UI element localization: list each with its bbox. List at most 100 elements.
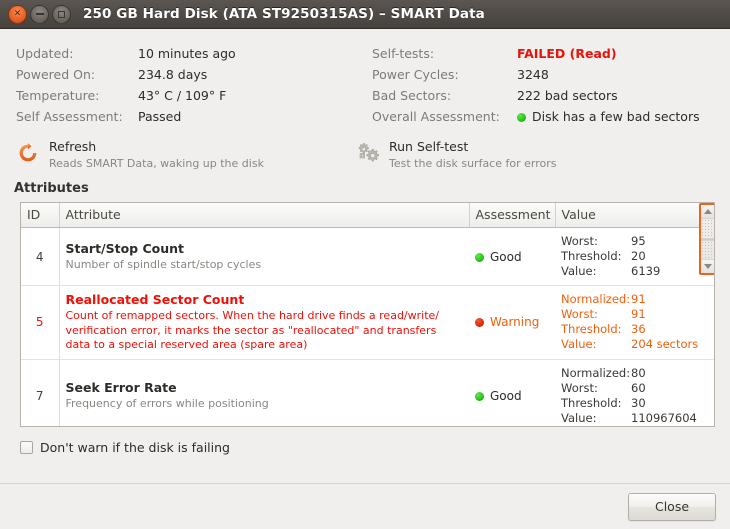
dont-warn-row[interactable]: Don't warn if the disk is failing	[0, 427, 730, 455]
attributes-table-body: 4 Start/Stop Count Number of spindle sta…	[21, 227, 714, 426]
label-temperature: Temperature:	[16, 88, 100, 103]
value-key: Normalized:	[561, 365, 631, 380]
cell-assessment: Warning	[469, 285, 555, 360]
value-row: Value: 204 sectors	[561, 337, 708, 352]
value-bad-sectors: 222 bad sectors	[517, 88, 618, 103]
scroll-down-button[interactable]	[701, 260, 714, 273]
summary-row-temperature: Temperature: 43° C / 109° F	[16, 85, 372, 106]
close-window-button[interactable]: ✕	[8, 4, 27, 24]
column-header-id[interactable]: ID	[21, 203, 60, 228]
assessment-label: Good	[490, 388, 522, 403]
value-key: Threshold:	[561, 322, 622, 337]
column-header-attribute[interactable]: Attribute	[59, 203, 470, 228]
action-row: Refresh Reads SMART Data, waking up the …	[0, 131, 730, 171]
window-titlebar: ✕ 250 GB Hard Disk (ATA ST9250315AS) – S…	[0, 0, 730, 29]
summary-row-overall-assessment: Overall Assessment: Disk has a few bad s…	[372, 106, 714, 127]
run-self-test-action[interactable]: Run Self-test Test the disk surface for …	[356, 139, 556, 171]
value-number: 36	[631, 322, 646, 337]
run-self-test-title: Run Self-test	[389, 139, 469, 154]
table-row[interactable]: 4 Start/Stop Count Number of spindle sta…	[21, 227, 714, 286]
status-dot-red-icon	[475, 318, 484, 328]
value-key: Threshold:	[561, 395, 622, 410]
value-updated: 10 minutes ago	[138, 46, 236, 61]
value-key: Threshold:	[561, 249, 622, 263]
value-key: Worst:	[561, 307, 598, 322]
scrollbar-track-upper[interactable]	[701, 218, 714, 239]
table-row[interactable]: 5 Reallocated Sector Count Count of rema…	[21, 285, 714, 360]
attributes-heading: Attributes	[14, 181, 89, 196]
window-controls: ✕	[8, 4, 71, 24]
attributes-table-container: ID Attribute Assessment Value 4 Start/St…	[20, 202, 715, 427]
value-row: Worst: 60	[561, 381, 708, 396]
value-number: 91	[631, 307, 646, 322]
cell-attribute: Reallocated Sector Count Count of remapp…	[59, 285, 469, 360]
value-temperature: 43° C / 109° F	[138, 88, 227, 103]
dialog-footer: Close	[0, 483, 730, 529]
label-updated: Updated:	[16, 46, 74, 61]
scroll-up-button[interactable]	[701, 205, 714, 218]
value-row: Threshold: 30	[561, 396, 708, 411]
value-number: 6139	[631, 264, 661, 278]
column-header-value[interactable]: Value	[555, 203, 714, 228]
dont-warn-checkbox[interactable]	[20, 441, 33, 454]
value-row: Threshold: 36	[561, 322, 708, 337]
status-dot-green-icon	[517, 113, 526, 122]
value-key: Value:	[561, 264, 597, 278]
value-row: Worst: 91	[561, 307, 708, 322]
cell-id: 5	[21, 285, 60, 360]
cell-value: Worst: 95 Threshold: 20 Value: 6139	[555, 227, 714, 286]
refresh-title: Refresh	[49, 139, 97, 154]
value-self-tests: FAILED (Read)	[517, 46, 617, 61]
refresh-subtitle: Reads SMART Data, waking up the disk	[49, 157, 264, 170]
value-row: Value: 6139	[561, 264, 708, 279]
value-number: 30	[631, 395, 646, 410]
attribute-name: Seek Error Rate	[65, 379, 177, 395]
summary-left-column: Updated: 10 minutes ago Powered On: 234.…	[16, 43, 372, 127]
refresh-icon	[16, 141, 40, 165]
summary-row-self-assessment: Self Assessment: Passed	[16, 106, 372, 127]
value-row: Threshold: 20	[561, 249, 708, 264]
window-title: 250 GB Hard Disk (ATA ST9250315AS) – SMA…	[83, 6, 485, 22]
value-row: Value: 110967604	[561, 411, 708, 426]
value-number: 60	[631, 380, 646, 395]
summary-row-bad-sectors: Bad Sectors: 222 bad sectors	[372, 85, 714, 106]
table-header-row: ID Attribute Assessment Value	[21, 203, 714, 228]
close-button[interactable]: Close	[628, 492, 716, 521]
label-overall-assessment: Overall Assessment:	[372, 109, 500, 124]
maximize-icon	[58, 10, 65, 18]
value-number: 204 sectors	[631, 337, 699, 352]
refresh-action[interactable]: Refresh Reads SMART Data, waking up the …	[16, 139, 356, 171]
column-header-assessment[interactable]: Assessment	[469, 203, 556, 228]
label-power-cycles: Power Cycles:	[372, 67, 459, 82]
assessment-label: Good	[490, 249, 522, 264]
gears-icon	[356, 141, 380, 165]
value-row: Worst: 95	[561, 234, 708, 249]
table-row[interactable]: 7 Seek Error Rate Frequency of errors wh…	[21, 359, 714, 426]
status-dot-green-icon	[475, 252, 484, 262]
minimize-window-button[interactable]	[30, 4, 49, 24]
value-key: Normalized:	[561, 292, 631, 307]
attributes-vertical-scrollbar[interactable]	[699, 203, 714, 275]
cell-attribute: Start/Stop Count Number of spindle start…	[59, 227, 469, 286]
scrollbar-track-lower[interactable]	[701, 239, 714, 260]
label-self-assessment: Self Assessment:	[16, 109, 123, 124]
attribute-name: Start/Stop Count	[65, 240, 185, 256]
value-list: Worst: 95 Threshold: 20 Value: 6139	[561, 234, 708, 279]
value-key: Worst:	[561, 380, 598, 395]
minimize-icon	[35, 13, 44, 15]
value-list: Normalized: 91 Worst: 91 Threshold: 36 V…	[561, 292, 708, 352]
value-number: 20	[631, 249, 646, 263]
cell-value: Normalized: 91 Worst: 91 Threshold: 36 V…	[555, 285, 714, 360]
smart-summary: Updated: 10 minutes ago Powered On: 234.…	[0, 29, 730, 131]
cell-attribute: Seek Error Rate Frequency of errors whil…	[59, 359, 469, 426]
cell-assessment: Good	[469, 359, 555, 426]
cell-assessment: Good	[469, 227, 555, 286]
run-self-test-subtitle: Test the disk surface for errors	[389, 157, 557, 170]
value-row: Normalized: 91	[561, 292, 708, 307]
value-list: Normalized: 80 Worst: 60 Threshold: 30 V…	[561, 366, 708, 426]
value-number: 95	[631, 234, 646, 248]
summary-row-self-tests: Self-tests: FAILED (Read)	[372, 43, 714, 64]
maximize-window-button[interactable]	[52, 4, 71, 24]
attribute-name: Reallocated Sector Count	[65, 292, 245, 307]
value-self-assessment: Passed	[138, 109, 182, 124]
